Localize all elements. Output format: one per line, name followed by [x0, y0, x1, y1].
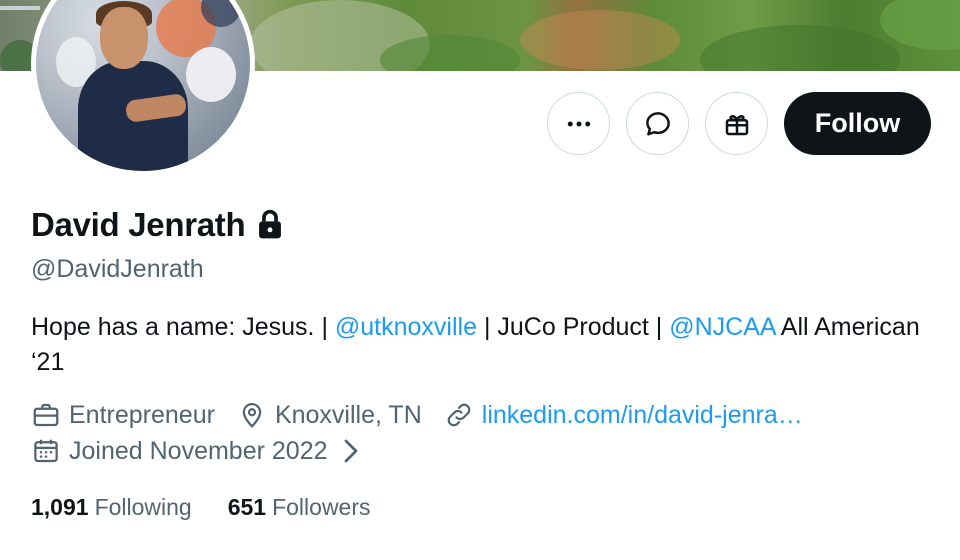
- following-stat[interactable]: 1,091 Following: [31, 494, 192, 521]
- location-item: Knoxville, TN: [237, 400, 422, 430]
- category-text: Entrepreneur: [69, 400, 215, 429]
- briefcase-icon: [33, 403, 59, 427]
- calendar-icon: [34, 439, 58, 463]
- display-name: David Jenrath: [31, 206, 246, 243]
- more-icon: [567, 121, 590, 126]
- profile-actions: Follow: [547, 92, 931, 155]
- followers-count: 651: [227, 494, 267, 520]
- gift-button[interactable]: [705, 92, 768, 155]
- following-label: Following: [94, 494, 192, 520]
- joined-item[interactable]: Joined November 2022: [31, 436, 374, 466]
- joined-text: Joined November 2022: [69, 436, 328, 465]
- name-row: David Jenrath: [31, 206, 285, 244]
- location-text: Knoxville, TN: [274, 400, 422, 429]
- mention-link-njcaa[interactable]: @NJCAA: [669, 313, 775, 341]
- followers-stat[interactable]: 651 Followers: [228, 494, 371, 521]
- follow-stats: 1,091 Following 651 Followers: [31, 494, 407, 521]
- gift-icon: [725, 114, 748, 135]
- bio-text: | JuCo Product |: [477, 313, 670, 341]
- chevron-right-icon: [344, 439, 357, 463]
- message-icon: [645, 111, 670, 135]
- user-handle: @DavidJenrath: [31, 255, 204, 283]
- category-item: Entrepreneur: [31, 400, 215, 430]
- mention-link-utknoxville[interactable]: @utknoxville: [335, 313, 477, 341]
- bio-text: Hope has a name: Jesus. |: [31, 313, 335, 341]
- following-count: 1,091: [31, 494, 89, 520]
- more-button[interactable]: [547, 92, 610, 155]
- message-button[interactable]: [626, 92, 689, 155]
- profile-bio: Hope has a name: Jesus. | @utknoxville |…: [31, 310, 921, 380]
- website-item[interactable]: linkedin.com/in/david-jenra…: [444, 400, 803, 430]
- follow-button[interactable]: Follow: [784, 92, 931, 155]
- lock-icon: [259, 209, 282, 239]
- avatar[interactable]: [31, 0, 255, 176]
- link-icon: [447, 403, 471, 427]
- followers-label: Followers: [272, 494, 371, 520]
- profile-meta: Entrepreneur Knoxville, TN linkedin.com/…: [31, 400, 825, 430]
- joined-row[interactable]: Joined November 2022: [31, 436, 396, 466]
- location-pin-icon: [242, 403, 262, 428]
- website-link[interactable]: linkedin.com/in/david-jenra…: [482, 401, 803, 430]
